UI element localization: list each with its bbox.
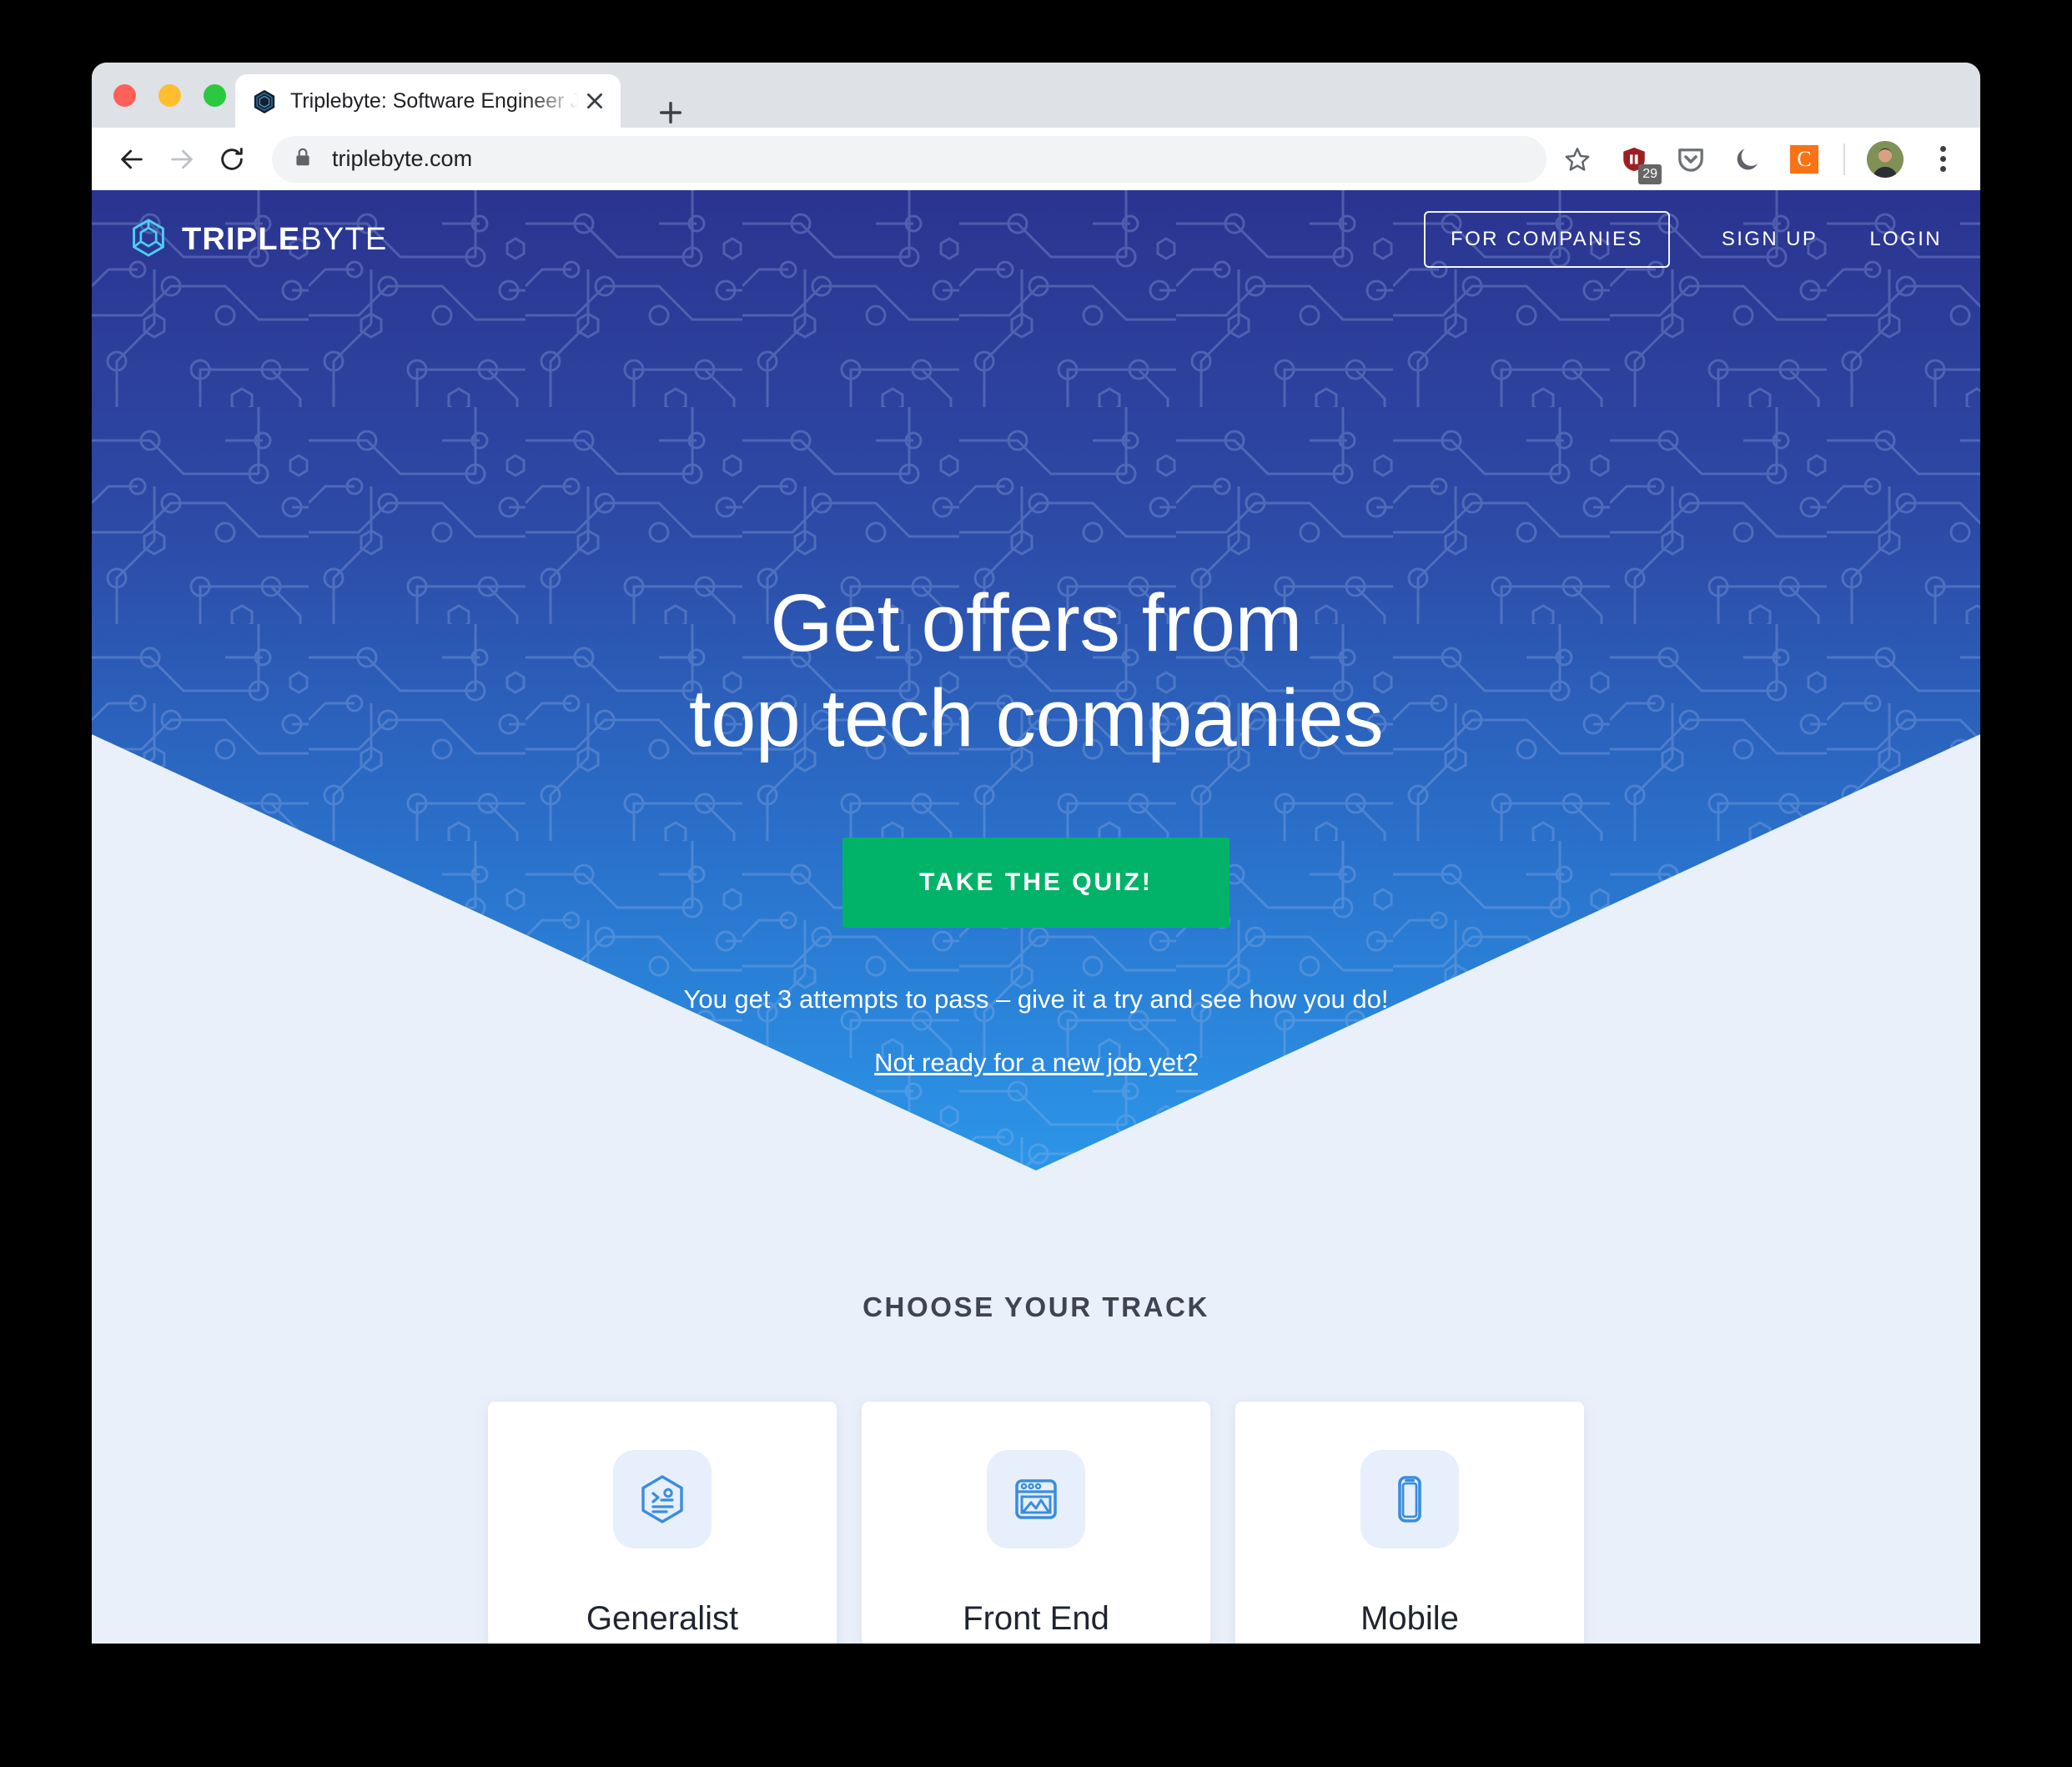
nav-for-companies-button[interactable]: FOR COMPANIES xyxy=(1424,211,1670,268)
address-bar-url: triplebyte.com xyxy=(332,146,473,171)
main-navigation: FOR COMPANIES SIGN UP LOGIN xyxy=(1424,211,1942,268)
extension-c-label: C xyxy=(1790,144,1818,174)
hero-headline: Get offers from top tech companies xyxy=(92,576,1980,767)
ublock-origin-shield-icon[interactable]: 29 xyxy=(1617,142,1662,184)
track-card-front-end[interactable]: Front End You have experience with JavaS… xyxy=(862,1402,1210,1644)
hero-headline-line-1: Get offers from xyxy=(770,577,1302,668)
padlock-secure-icon xyxy=(292,146,314,172)
brand-wordmark: TRIPLEBYTE xyxy=(182,222,387,258)
browser-toolbar: triplebyte.com 29 C xyxy=(92,128,1980,190)
track-card-mobile[interactable]: Mobile You have experience with native i… xyxy=(1235,1402,1584,1644)
smartphone-icon xyxy=(1360,1450,1459,1548)
browser-tab[interactable]: Triplebyte: Software Engineer Jo xyxy=(235,74,621,128)
nav-sign-up-link[interactable]: SIGN UP xyxy=(1722,228,1818,251)
hero-headline-line-2: top tech companies xyxy=(688,672,1384,764)
not-ready-for-job-link[interactable]: Not ready for a new job yet? xyxy=(874,1048,1198,1078)
track-title: Generalist xyxy=(586,1600,739,1637)
window-traffic-lights xyxy=(113,84,226,107)
site-header: TRIPLEBYTE FOR COMPANIES SIGN UP LOGIN xyxy=(92,190,1980,289)
moon-crescent-icon[interactable] xyxy=(1730,142,1765,177)
star-outline-icon[interactable] xyxy=(1560,142,1595,177)
address-bar[interactable]: triplebyte.com xyxy=(272,135,1546,183)
page-viewport: TRIPLEBYTE FOR COMPANIES SIGN UP LOGIN G… xyxy=(92,190,1980,1644)
hero-section: TRIPLEBYTE FOR COMPANIES SIGN UP LOGIN G… xyxy=(92,190,1980,1170)
take-the-quiz-button[interactable]: TAKE THE QUIZ! xyxy=(842,837,1230,928)
forward-button[interactable] xyxy=(157,134,207,184)
tracks-heading: CHOOSE YOUR TRACK xyxy=(862,1291,1210,1322)
window-maximize-button[interactable] xyxy=(204,84,226,107)
browser-window: Triplebyte: Software Engineer Jo tripleb… xyxy=(92,63,1980,1644)
browser-tab-title: Triplebyte: Software Engineer Jo xyxy=(290,88,579,113)
choose-your-track-section: CHOOSE YOUR TRACK Generalist You have ex… xyxy=(92,1291,1980,1644)
brand-name-light: BYTE xyxy=(300,221,388,257)
toolbar-action-icons: 29 C xyxy=(1555,140,1960,184)
user-profile-avatar[interactable] xyxy=(1867,140,1904,178)
extension-c-icon[interactable]: C xyxy=(1787,142,1822,177)
window-close-button[interactable] xyxy=(113,84,136,107)
triplebyte-cube-logo xyxy=(130,218,167,262)
ublock-block-count-badge: 29 xyxy=(1638,164,1662,184)
terminal-hexagon-icon xyxy=(613,1450,712,1548)
browser-window-image-icon xyxy=(987,1450,1085,1548)
hero-subtext: You get 3 attempts to pass – give it a t… xyxy=(683,984,1389,1014)
brand-logo[interactable]: TRIPLEBYTE xyxy=(130,218,387,262)
triplebyte-hexagon-favicon xyxy=(252,88,277,113)
window-minimize-button[interactable] xyxy=(158,84,181,107)
tab-close-icon[interactable] xyxy=(581,87,609,115)
new-tab-button[interactable] xyxy=(652,94,689,131)
track-card-generalist[interactable]: Generalist You have experience with serv… xyxy=(488,1402,837,1644)
tracks-grid: Generalist You have experience with serv… xyxy=(92,1402,1980,1644)
brand-name-bold: TRIPLE xyxy=(182,221,301,257)
browser-tab-strip: Triplebyte: Software Engineer Jo xyxy=(92,63,1980,128)
nav-login-link[interactable]: LOGIN xyxy=(1869,228,1942,251)
hero-content: Get offers from top tech companies TAKE … xyxy=(92,190,1980,1078)
track-title: Mobile xyxy=(1360,1600,1459,1637)
reload-button[interactable] xyxy=(207,134,257,184)
track-title: Front End xyxy=(963,1600,1109,1637)
toolbar-divider xyxy=(1843,143,1845,175)
three-dot-menu-icon[interactable] xyxy=(1925,142,1960,177)
pocket-save-icon[interactable] xyxy=(1673,142,1708,177)
back-button[interactable] xyxy=(107,134,157,184)
